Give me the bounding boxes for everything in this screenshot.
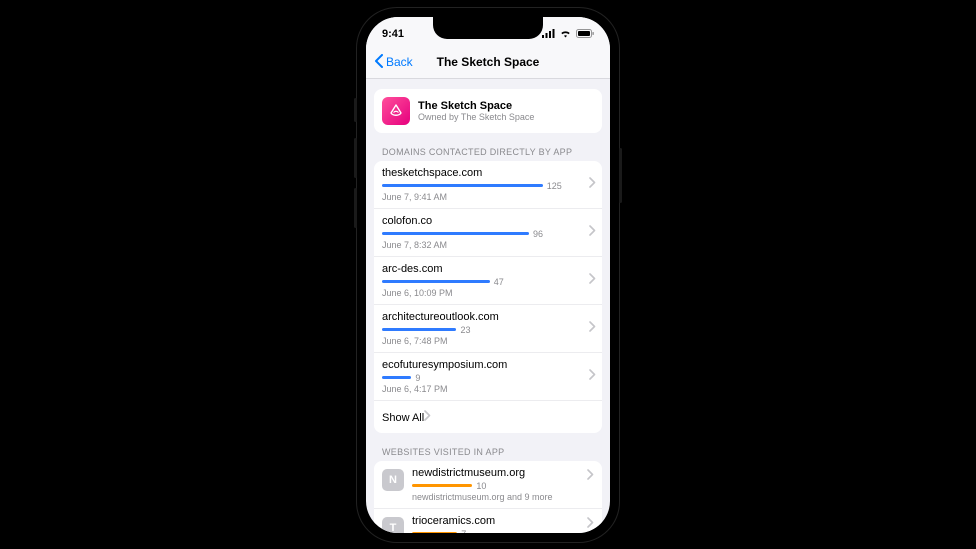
cellular-signal-icon bbox=[542, 29, 555, 38]
chevron-right-icon bbox=[424, 412, 431, 424]
domain-name: thesketchspace.com bbox=[382, 167, 594, 179]
domain-row[interactable]: colofon.co 96June 7, 8:32 AM bbox=[374, 209, 602, 257]
usage-bar bbox=[412, 532, 457, 533]
usage-bar bbox=[382, 184, 543, 187]
domain-name: architectureoutlook.com bbox=[382, 311, 594, 323]
chevron-right-icon bbox=[589, 367, 596, 385]
domain-count: 9 bbox=[415, 373, 420, 383]
back-label: Back bbox=[386, 55, 413, 69]
website-subline: newdistrictmuseum.org and 9 more bbox=[412, 492, 579, 502]
domain-row[interactable]: architectureoutlook.com 23June 6, 7:48 PM bbox=[374, 305, 602, 353]
nav-bar: Back The Sketch Space bbox=[366, 47, 610, 79]
app-name: The Sketch Space bbox=[418, 100, 534, 112]
website-letter-icon: T bbox=[382, 517, 404, 533]
chevron-left-icon bbox=[374, 54, 384, 71]
chevron-right-icon bbox=[587, 467, 594, 502]
chevron-right-icon bbox=[589, 175, 596, 193]
domain-count: 125 bbox=[547, 181, 562, 191]
domain-name: arc-des.com bbox=[382, 263, 594, 275]
chevron-right-icon bbox=[589, 319, 596, 337]
domain-timestamp: June 7, 8:32 AM bbox=[382, 240, 594, 250]
usage-bar bbox=[382, 376, 411, 379]
usage-bar bbox=[382, 328, 456, 331]
chevron-right-icon bbox=[587, 515, 594, 533]
back-button[interactable]: Back bbox=[374, 54, 413, 71]
app-icon bbox=[382, 97, 410, 125]
status-time: 9:41 bbox=[382, 28, 404, 40]
chevron-right-icon bbox=[589, 271, 596, 289]
domain-count: 23 bbox=[460, 325, 470, 335]
domain-timestamp: June 6, 4:17 PM bbox=[382, 384, 594, 394]
domain-name: ecofuturesymposium.com bbox=[382, 359, 594, 371]
domain-count: 47 bbox=[494, 277, 504, 287]
websites-list: Nnewdistrictmuseum.org 10newdistrictmuseu… bbox=[374, 461, 602, 533]
usage-bar bbox=[382, 232, 529, 235]
domain-row[interactable]: ecofuturesymposium.com 9June 6, 4:17 PM bbox=[374, 353, 602, 401]
website-name: newdistrictmuseum.org bbox=[412, 467, 579, 479]
show-all-button[interactable]: Show All bbox=[374, 401, 602, 433]
app-owner: Owned by The Sketch Space bbox=[418, 112, 534, 122]
domain-timestamp: June 6, 7:48 PM bbox=[382, 336, 594, 346]
domain-row[interactable]: thesketchspace.com 125June 7, 9:41 AM bbox=[374, 161, 602, 209]
app-header-card: The Sketch Space Owned by The Sketch Spa… bbox=[374, 89, 602, 133]
chevron-right-icon bbox=[589, 223, 596, 241]
website-name: trioceramics.com bbox=[412, 515, 579, 527]
domain-timestamp: June 7, 9:41 AM bbox=[382, 192, 594, 202]
usage-bar bbox=[382, 280, 490, 283]
domain-name: colofon.co bbox=[382, 215, 594, 227]
domains-list: thesketchspace.com 125June 7, 9:41 AM colo… bbox=[374, 161, 602, 433]
battery-icon bbox=[576, 29, 594, 38]
wifi-icon bbox=[559, 29, 572, 38]
usage-bar bbox=[412, 484, 472, 487]
domain-row[interactable]: arc-des.com 47June 6, 10:09 PM bbox=[374, 257, 602, 305]
domain-timestamp: June 6, 10:09 PM bbox=[382, 288, 594, 298]
website-count: 7 bbox=[461, 529, 466, 533]
websites-section-header: WEBSITES VISITED IN APP bbox=[382, 447, 602, 457]
website-row[interactable]: Ttrioceramics.com7trioceramics.com and 6… bbox=[374, 509, 602, 533]
website-count: 10 bbox=[476, 481, 486, 491]
domain-count: 96 bbox=[533, 229, 543, 239]
domains-section-header: DOMAINS CONTACTED DIRECTLY BY APP bbox=[382, 147, 602, 157]
website-row[interactable]: Nnewdistrictmuseum.org 10newdistrictmuseu… bbox=[374, 461, 602, 509]
website-letter-icon: N bbox=[382, 469, 404, 491]
